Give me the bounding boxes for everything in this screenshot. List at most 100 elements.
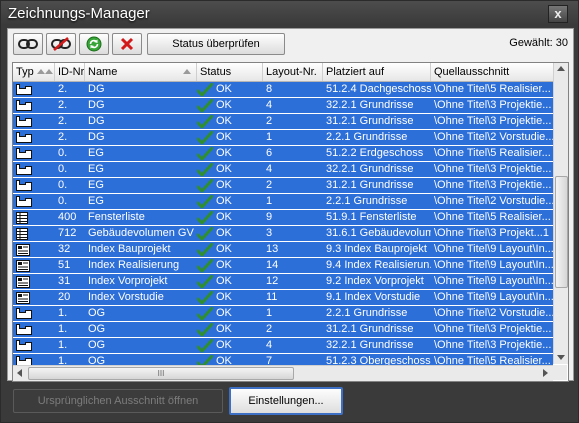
cell-name: OG <box>88 307 106 319</box>
index-icon <box>16 244 30 259</box>
cell-source: \Ohne Titel\9 Layout\In... <box>434 243 553 255</box>
drawing-table: Typ ID-Nr. Name Status Layout-Nr. Platzi… <box>12 62 569 382</box>
unlink-icon <box>51 37 71 51</box>
sort-arrow-icon <box>183 69 191 74</box>
scroll-down-icon[interactable] <box>557 355 565 360</box>
cell-name: Index Vorprojekt <box>88 275 168 287</box>
column-header-layout[interactable]: Layout-Nr. <box>263 63 323 81</box>
table-row[interactable]: 400 Fensterliste OK 9 51.9.1 Fensterliste \Oh… <box>13 210 553 226</box>
cell-placed: 31.2.1 Grundrisse <box>326 115 414 127</box>
drawing-icon <box>16 100 32 114</box>
cell-source: \Ohne Titel\3 Projektie... <box>434 163 552 175</box>
cell-source: \Ohne Titel\5 Realisier... <box>434 83 551 95</box>
delete-button[interactable] <box>112 33 142 55</box>
table-body: 2. DG OK 8 51.2.4 Dachgeschoss \Ohne Titel\5 … <box>13 82 553 370</box>
cell-placed: 31.2.1 Grundrisse <box>326 323 414 335</box>
delete-icon <box>120 37 134 51</box>
cell-layout: 8 <box>266 83 273 95</box>
cell-status: OK <box>216 211 232 223</box>
table-row[interactable]: 32 Index Bauprojekt OK 13 9.3 Index Bauproje… <box>13 242 553 258</box>
column-header-name[interactable]: Name <box>85 63 197 81</box>
cell-id: 0. <box>58 195 68 207</box>
cell-id: 1. <box>58 307 68 319</box>
cell-status: OK <box>216 307 232 319</box>
column-header-type[interactable]: Typ <box>13 63 55 81</box>
scroll-up-icon[interactable] <box>557 66 565 71</box>
cell-id: 31 <box>58 275 71 287</box>
table-row[interactable]: 0. EG OK 4 32.2.1 Grundrisse \Ohne Titel\3 Pr… <box>13 162 553 178</box>
cell-layout: 6 <box>266 147 273 159</box>
drawing-icon <box>16 180 32 194</box>
open-original-view-button[interactable]: Ursprünglichen Ausschnitt öffnen <box>13 389 223 413</box>
horizontal-scroll-thumb[interactable]: III <box>28 367 294 380</box>
cell-name: DG <box>88 99 105 111</box>
cell-placed: 9.4 Index Realisierun... <box>326 259 431 271</box>
column-header-source[interactable]: Quellausschnitt <box>431 63 553 81</box>
close-button[interactable]: x <box>548 5 568 23</box>
cell-layout: 12 <box>266 275 279 287</box>
column-header-status[interactable]: Status <box>197 63 263 81</box>
table-row[interactable]: 2. DG OK 2 31.2.1 Grundrisse \Ohne Titel\3 Pr… <box>13 114 553 130</box>
table-row[interactable]: 2. DG OK 8 51.2.4 Dachgeschoss \Ohne Titel\5 … <box>13 82 553 98</box>
link-icon <box>18 38 38 50</box>
vertical-scrollbar[interactable] <box>553 63 568 364</box>
cell-name: OG <box>88 339 106 351</box>
cell-name: EG <box>88 179 104 191</box>
scroll-right-icon[interactable] <box>543 369 548 377</box>
table-row[interactable]: 0. EG OK 2 31.2.1 Grundrisse \Ohne Titel\3 Pr… <box>13 178 553 194</box>
cell-status: OK <box>216 259 232 271</box>
cell-placed: 9.3 Index Bauprojekt <box>326 243 427 255</box>
table-row[interactable]: 1. OG OK 1 2.2.1 Grundrisse \Ohne Titel\2 Vor… <box>13 306 553 322</box>
cell-id: 712 <box>58 227 77 239</box>
vertical-scroll-thumb[interactable] <box>555 176 568 288</box>
cell-source: \Ohne Titel\2 Vorstudie... <box>434 195 553 207</box>
table-row[interactable]: 20 Index Vorstudie OK 11 9.1 Index Vorstudie… <box>13 290 553 306</box>
cell-id: 2. <box>58 131 68 143</box>
column-header-id[interactable]: ID-Nr. <box>55 63 85 81</box>
cell-source: \Ohne Titel\3 Projekt...1 <box>434 227 549 239</box>
table-row[interactable]: 1. OG OK 2 31.2.1 Grundrisse \Ohne Titel\3 Pr… <box>13 322 553 338</box>
horizontal-scrollbar[interactable]: III <box>13 365 553 381</box>
refresh-button[interactable] <box>79 33 109 55</box>
scroll-left-icon[interactable] <box>17 369 22 377</box>
cell-name: Gebäudevolumen GV <box>88 227 194 239</box>
list-icon <box>16 228 28 243</box>
table-header: Typ ID-Nr. Name Status Layout-Nr. Platzi… <box>13 63 553 82</box>
cell-source: \Ohne Titel\9 Layout\In... <box>434 275 553 287</box>
table-row[interactable]: 0. EG OK 6 51.2.2 Erdgeschoss \Ohne Titel\5 R… <box>13 146 553 162</box>
link-button[interactable] <box>13 33 43 55</box>
cell-placed: 51.9.1 Fensterliste <box>326 211 417 223</box>
table-row[interactable]: 51 Index Realisierung OK 14 9.4 Index Realis… <box>13 258 553 274</box>
cell-id: 0. <box>58 147 68 159</box>
cell-placed: 51.2.4 Dachgeschoss <box>326 83 431 95</box>
cell-layout: 4 <box>266 339 273 351</box>
unlink-button[interactable] <box>46 33 76 55</box>
settings-button[interactable]: Einstellungen... <box>229 387 343 415</box>
column-header-placed[interactable]: Platziert auf <box>323 63 431 81</box>
table-row[interactable]: 2. DG OK 4 32.2.1 Grundrisse \Ohne Titel\3 Pr… <box>13 98 553 114</box>
cell-id: 20 <box>58 291 71 303</box>
table-row[interactable]: 2. DG OK 1 2.2.1 Grundrisse \Ohne Titel\2 Vor… <box>13 130 553 146</box>
cell-layout: 14 <box>266 259 279 271</box>
table-row[interactable]: 712 Gebäudevolumen GV OK 3 31.6.1 Gebäudevol… <box>13 226 553 242</box>
cell-layout: 11 <box>266 291 278 303</box>
cell-status: OK <box>216 195 232 207</box>
index-icon <box>16 276 30 291</box>
cell-placed: 9.1 Index Vorstudie <box>326 291 421 303</box>
main-panel: Status überprüfen Gewählt: 30 Typ ID-Nr.… <box>7 28 574 382</box>
cell-name: EG <box>88 163 104 175</box>
cell-layout: 1 <box>266 195 273 207</box>
check-status-button[interactable]: Status überprüfen <box>147 33 285 55</box>
index-icon <box>16 292 30 307</box>
cell-placed: 31.2.1 Grundrisse <box>326 179 414 191</box>
cell-layout: 9 <box>266 211 273 223</box>
cell-status: OK <box>216 275 232 287</box>
cell-status: OK <box>216 147 232 159</box>
scrollbar-corner <box>553 365 567 380</box>
list-icon <box>16 212 28 227</box>
table-row[interactable]: 0. EG OK 1 2.2.1 Grundrisse \Ohne Titel\2 Vor… <box>13 194 553 210</box>
table-row[interactable]: 31 Index Vorprojekt OK 12 9.2 Index Vorproje… <box>13 274 553 290</box>
table-row[interactable]: 1. OG OK 4 32.2.1 Grundrisse \Ohne Titel\3 Pr… <box>13 338 553 354</box>
cell-source: \Ohne Titel\3 Projektie... <box>434 99 552 111</box>
title-bar[interactable]: Zeichnungs-Manager x <box>1 1 578 25</box>
